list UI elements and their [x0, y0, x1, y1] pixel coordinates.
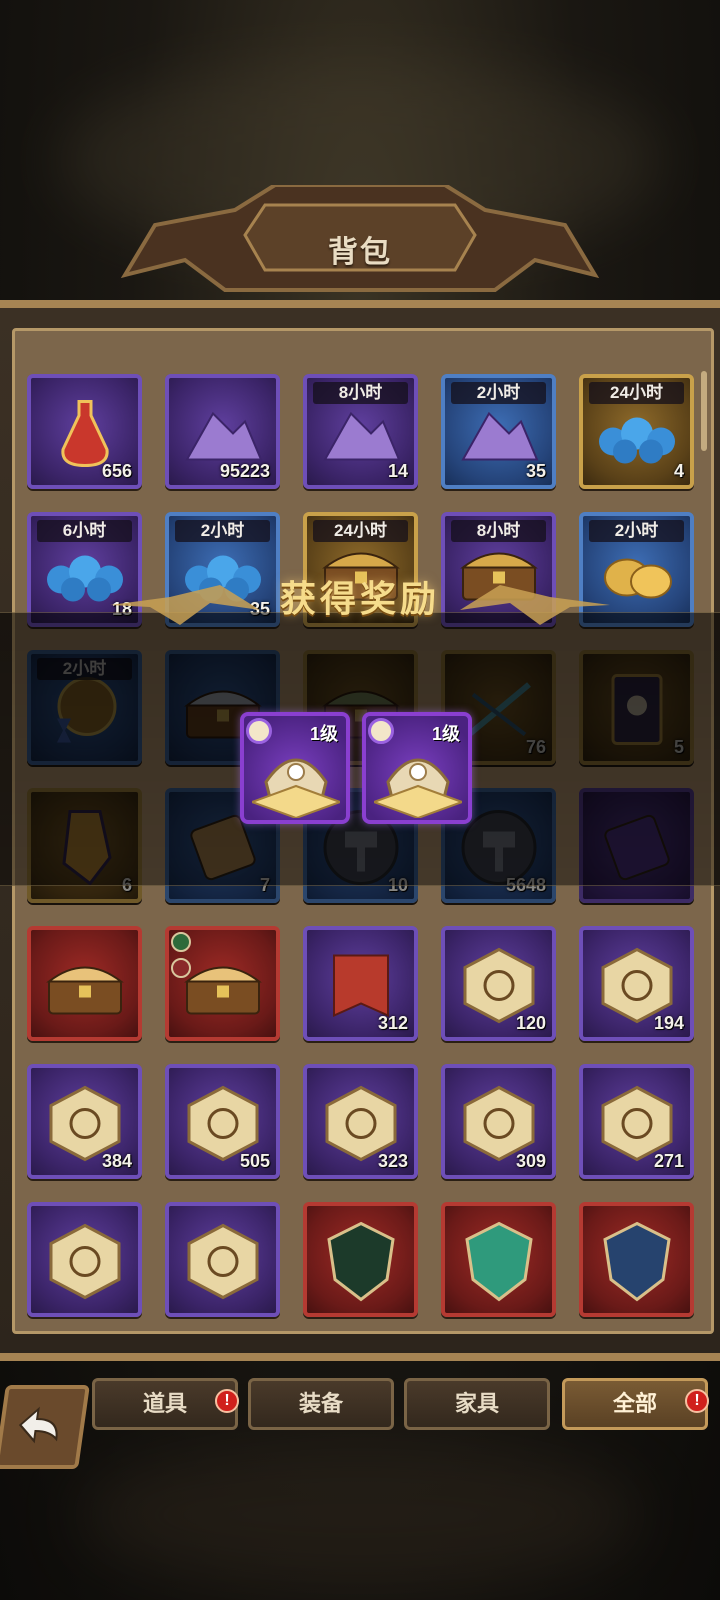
item-count: 120 — [515, 1013, 546, 1033]
item-count: 35 — [525, 461, 546, 481]
reward-title: 获得奖励 — [279, 578, 440, 620]
item-count: 309 — [515, 1151, 546, 1171]
inventory-slot[interactable]: 312 — [303, 926, 418, 1041]
alert-icon: ! — [685, 1389, 709, 1413]
star-shield-icon — [599, 1219, 675, 1308]
timer-label: 24小时 — [313, 520, 408, 542]
title-banner: 背包 — [115, 185, 605, 305]
item-count: 194 — [653, 1013, 684, 1033]
timer-label: 2小时 — [451, 382, 546, 404]
inventory-slot[interactable]: 2小时 35 — [441, 374, 556, 489]
item-count: 4 — [673, 461, 684, 481]
star-badge-icon — [368, 718, 394, 744]
back-arrow-icon — [18, 1406, 58, 1444]
inventory-slot[interactable] — [27, 926, 142, 1041]
clock-tag-icon — [171, 932, 191, 952]
green-shield-icon — [323, 1219, 399, 1308]
reward-overlay[interactable] — [0, 612, 720, 886]
timer-label: 8小时 — [451, 520, 546, 542]
inventory-slot[interactable] — [441, 1202, 556, 1317]
inventory-slot[interactable] — [165, 1202, 280, 1317]
tab-furniture[interactable]: 家具 — [404, 1378, 550, 1430]
orb-chest-icon — [595, 403, 679, 468]
inventory-slot[interactable]: 656 — [27, 374, 142, 489]
tab-label: 道具 — [142, 1391, 187, 1416]
helmet-icon — [252, 758, 340, 818]
inventory-slot[interactable]: 24小时 4 — [579, 374, 694, 489]
tab-all[interactable]: 全部 ! — [562, 1378, 709, 1430]
alert-icon: ! — [215, 1389, 239, 1413]
inventory-slot[interactable]: 505 — [165, 1064, 280, 1179]
inventory-slot[interactable]: 323 — [303, 1064, 418, 1179]
fist-tag-icon — [171, 958, 191, 978]
tab-items[interactable]: 道具 ! — [92, 1378, 239, 1430]
back-button[interactable] — [0, 1385, 90, 1469]
item-count: 384 — [101, 1151, 132, 1171]
item-count: 505 — [239, 1151, 270, 1171]
item-count: 95223 — [219, 461, 270, 481]
reward-item[interactable]: 1级 — [362, 712, 472, 824]
purple-dust-icon — [183, 403, 263, 468]
tab-equipment[interactable]: 装备 — [248, 1378, 394, 1430]
inventory-slot[interactable]: 384 — [27, 1064, 142, 1179]
item-count: 656 — [101, 461, 132, 481]
inventory-slot[interactable]: 194 — [579, 926, 694, 1041]
timer-label: 24小时 — [589, 382, 684, 404]
red-chest-icon — [43, 953, 127, 1022]
scrollbar[interactable] — [701, 371, 707, 451]
item-count: 271 — [653, 1151, 684, 1171]
tab-label: 全部 — [612, 1391, 657, 1416]
item-count: 312 — [377, 1013, 408, 1033]
page-title: 背包 — [328, 236, 392, 269]
helmet-icon — [374, 758, 462, 818]
timer-label: 2小时 — [175, 520, 270, 542]
tab-label: 家具 — [454, 1391, 499, 1416]
leaf-shield-icon — [461, 1219, 537, 1308]
rune-bush-icon — [45, 1221, 125, 1306]
background-glow — [80, 1440, 640, 1590]
item-count: 14 — [387, 461, 408, 481]
inventory-slot[interactable]: 271 — [579, 1064, 694, 1179]
inventory-slot[interactable]: 309 — [441, 1064, 556, 1179]
inventory-slot[interactable]: 8小时 14 — [303, 374, 418, 489]
reward-item[interactable]: 1级 — [240, 712, 350, 824]
inventory-slot[interactable] — [303, 1202, 418, 1317]
dust-chest-icon — [321, 403, 401, 468]
timer-label: 8小时 — [313, 382, 408, 404]
inventory-slot[interactable] — [27, 1202, 142, 1317]
inventory-slot[interactable] — [165, 926, 280, 1041]
inventory-slot[interactable] — [579, 1202, 694, 1317]
timer-label: 2小时 — [589, 520, 684, 542]
item-count: 323 — [377, 1151, 408, 1171]
timer-label: 6小时 — [37, 520, 132, 542]
red-chest-tagged-icon — [181, 953, 265, 1022]
tab-label: 装备 — [298, 1391, 343, 1416]
rune-flower-icon — [183, 1221, 263, 1306]
purple-dust-pile-icon — [459, 403, 539, 468]
inventory-slot[interactable]: 120 — [441, 926, 556, 1041]
inventory-slot[interactable]: 95223 — [165, 374, 280, 489]
star-badge-icon — [246, 718, 272, 744]
